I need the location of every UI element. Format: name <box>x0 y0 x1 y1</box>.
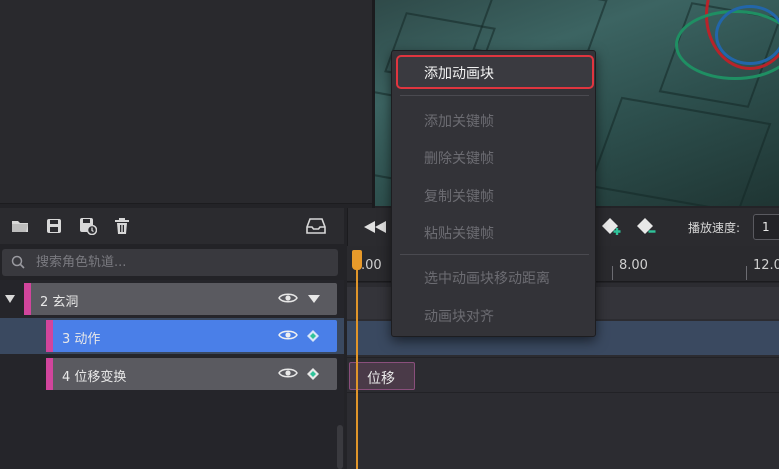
menu-separator <box>400 254 589 255</box>
track-bar-selected[interactable]: 3 动作 <box>46 320 337 352</box>
clip-label: 位移 <box>367 371 395 387</box>
menu-item-copy-keyframe[interactable]: 复制关键帧 <box>392 178 597 212</box>
track-row-group[interactable]: 2 玄洞 <box>0 283 337 315</box>
track-label: 3 动作 <box>62 332 101 347</box>
track-list-scrollbar[interactable] <box>337 425 343 469</box>
menu-item-delete-keyframe[interactable]: 删除关键帧 <box>392 140 597 174</box>
playhead-handle[interactable] <box>352 250 362 270</box>
expand-arrow-icon[interactable] <box>5 295 15 303</box>
menu-item-label: 添加动画块 <box>424 66 494 82</box>
menu-item-add-keyframe[interactable]: 添加关键帧 <box>392 103 597 137</box>
menu-item-label: 复制关键帧 <box>424 189 494 205</box>
menu-separator <box>400 95 589 96</box>
save-icon[interactable] <box>44 216 64 236</box>
track-group-bar[interactable]: 2 玄洞 <box>24 283 337 315</box>
visibility-eye-icon[interactable] <box>278 328 298 342</box>
search-input[interactable] <box>36 253 326 272</box>
track-row-transform[interactable]: 4 位移变换 <box>46 358 337 390</box>
tick-label: 8.00 <box>619 258 648 273</box>
track-label: 2 玄洞 <box>40 295 79 310</box>
folder-open-icon[interactable] <box>10 216 30 236</box>
track-color-accent <box>24 283 31 315</box>
search-icon <box>11 255 25 269</box>
tick-mark <box>612 266 613 280</box>
menu-item-label: 粘贴关键帧 <box>424 226 494 242</box>
track-label: 4 位移变换 <box>62 370 127 385</box>
rotate-gizmo-z-icon[interactable] <box>715 5 779 65</box>
keyframe-diamond-icon[interactable] <box>307 330 319 342</box>
visibility-eye-icon[interactable] <box>278 291 298 305</box>
track-toolbar <box>0 208 344 244</box>
save-as-icon[interactable] <box>78 216 98 236</box>
playback-speed-value: 1 <box>762 220 770 234</box>
menu-item-label: 添加关键帧 <box>424 114 494 130</box>
playback-speed-label: 播放速度: <box>688 221 741 235</box>
context-menu: 添加动画块 添加关键帧 删除关键帧 复制关键帧 粘贴关键帧 选中动画块移动距离 … <box>391 50 596 337</box>
menu-item-align-clips[interactable]: 动画块对齐 <box>392 298 597 332</box>
animation-clip[interactable]: 位移 <box>349 362 415 390</box>
menu-item-move-selected-clips[interactable]: 选中动画块移动距离 <box>392 260 597 294</box>
tick-mark <box>746 266 747 280</box>
tick-label: 12.0 <box>753 258 779 273</box>
inbox-icon[interactable] <box>306 216 326 236</box>
menu-item-label: 删除关键帧 <box>424 151 494 167</box>
track-color-accent <box>46 320 53 352</box>
playback-speed-input[interactable]: 1 <box>753 214 779 240</box>
inspector-panel <box>0 0 372 204</box>
track-tree: 2 玄洞 3 动作 4 位移变换 <box>0 280 344 469</box>
menu-item-paste-keyframe[interactable]: 粘贴关键帧 <box>392 215 597 249</box>
track-color-accent <box>46 358 53 390</box>
menu-item-label: 动画块对齐 <box>424 309 494 325</box>
playhead-line <box>356 270 358 469</box>
remove-keyframe-icon[interactable] <box>637 218 657 236</box>
visibility-eye-icon[interactable] <box>278 366 298 380</box>
tick-label: .00 <box>361 258 382 273</box>
trash-icon[interactable] <box>112 216 132 236</box>
track-row-action[interactable]: 3 动作 <box>46 320 337 352</box>
add-keyframe-icon[interactable] <box>602 218 622 236</box>
rewind-icon[interactable] <box>364 221 386 233</box>
track-bar[interactable]: 4 位移变换 <box>46 358 337 390</box>
floor-tile <box>588 96 772 206</box>
keyframe-diamond-icon[interactable] <box>307 368 319 380</box>
menu-item-add-clip[interactable]: 添加动画块 <box>396 55 594 89</box>
track-search <box>2 249 338 276</box>
dropdown-arrow-icon[interactable] <box>308 295 320 303</box>
menu-item-label: 选中动画块移动距离 <box>424 271 550 287</box>
